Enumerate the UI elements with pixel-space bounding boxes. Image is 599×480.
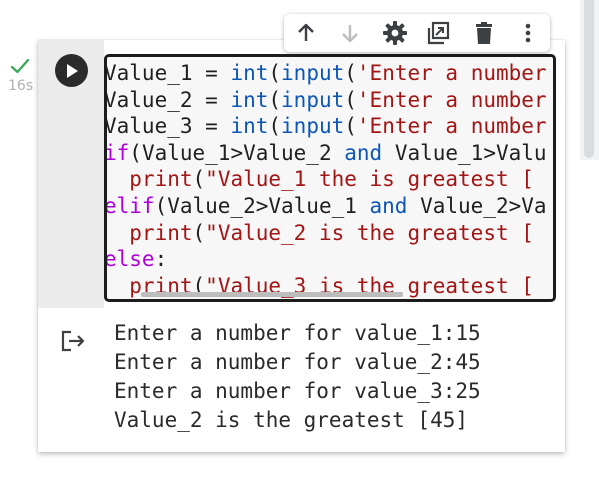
code-token: int: [230, 114, 269, 139]
move-cell-down-button[interactable]: [330, 14, 370, 52]
code-token: Value_2>Va: [407, 193, 547, 218]
code-token: (: [192, 167, 206, 192]
code-line: Value_1 = int(input('Enter a number: [104, 60, 547, 87]
code-token: int: [230, 61, 269, 85]
code-line: else:: [104, 246, 547, 273]
code-line: Value_2 = int(input('Enter a number: [104, 87, 547, 114]
code-token: (: [268, 114, 282, 139]
cell-settings-button[interactable]: [375, 14, 415, 52]
code-line: elif(Value_2>Value_1 and Value_2>Va: [104, 193, 547, 220]
code-token: print: [104, 167, 193, 192]
mirror-cell-button[interactable]: [418, 14, 458, 52]
code-token: elif: [104, 193, 155, 218]
page-scrollbar-thumb[interactable]: [584, 0, 594, 158]
code-token: 'Enter a number: [356, 87, 547, 112]
code-token: (: [192, 220, 206, 245]
code-token: input: [281, 114, 345, 139]
code-token: Value_3 =: [104, 114, 231, 139]
move-down-icon: [342, 25, 358, 43]
code-token: (: [344, 61, 357, 85]
code-line: print("Value_2 is the greatest [: [104, 220, 547, 247]
code-token: Value_1>Valu: [382, 140, 547, 165]
play-icon: [66, 63, 78, 78]
code-token: int: [230, 87, 269, 112]
code-lines: Value_1 = int(input('Enter a number Value…: [104, 60, 547, 299]
delete-icon: [476, 22, 492, 44]
cell-output: Enter a number for value_1:15 Enter a num…: [114, 319, 481, 435]
code-token: (Value_2>Value_1: [154, 193, 370, 218]
code-token: 'Enter a number: [356, 114, 547, 139]
code-line: if(Value_1>Value_2 and Value_1>Valu: [104, 140, 547, 167]
code-token: (: [268, 61, 282, 85]
output-clear-icon[interactable]: [60, 329, 88, 353]
cell-toolbar: [284, 14, 550, 52]
code-token: Value_2 =: [104, 87, 231, 112]
code-token: "Value_1 the is greatest [: [205, 167, 534, 192]
code-token: input: [281, 61, 345, 85]
code-line: print("Value_1 the is greatest [: [104, 166, 547, 193]
editor-horizontal-scrollbar[interactable]: [141, 292, 403, 297]
code-token: "Value_2 is the greatest [: [205, 220, 534, 245]
move-up-icon: [298, 23, 314, 41]
code-token: 'Enter a number: [356, 61, 547, 85]
output-line: Enter a number for value_1:15: [114, 321, 481, 345]
code-token: and: [369, 193, 408, 218]
success-check-icon: [10, 58, 30, 74]
code-token: (: [344, 87, 357, 112]
output-line: Enter a number for value_3:25: [114, 379, 481, 403]
code-token: input: [281, 87, 345, 112]
mirror-cell-icon: [427, 21, 450, 45]
code-token: (Value_1>Value_2: [129, 140, 345, 165]
more-options-icon: [525, 23, 531, 43]
code-token: (: [268, 87, 282, 112]
code-token: if: [104, 140, 130, 165]
settings-icon: [383, 21, 407, 45]
code-token: Value_1 =: [104, 61, 231, 85]
run-cell-button[interactable]: [55, 54, 88, 87]
delete-cell-button[interactable]: [464, 14, 504, 52]
code-token: :: [154, 247, 168, 272]
output-line: Enter a number for value_2:45: [114, 350, 481, 374]
code-editor[interactable]: Value_1 = int(input('Enter a number Value…: [104, 54, 556, 302]
execution-time: 16s: [8, 78, 34, 94]
move-cell-up-button[interactable]: [286, 14, 326, 52]
output-line: Value_2 is the greatest [45]: [114, 408, 469, 432]
code-token: else: [104, 247, 155, 272]
code-token: print: [104, 220, 193, 245]
code-token: and: [344, 140, 383, 165]
code-line: Value_3 = int(input('Enter a number: [104, 113, 547, 140]
code-token: (: [344, 114, 357, 139]
more-options-button[interactable]: [508, 14, 548, 52]
